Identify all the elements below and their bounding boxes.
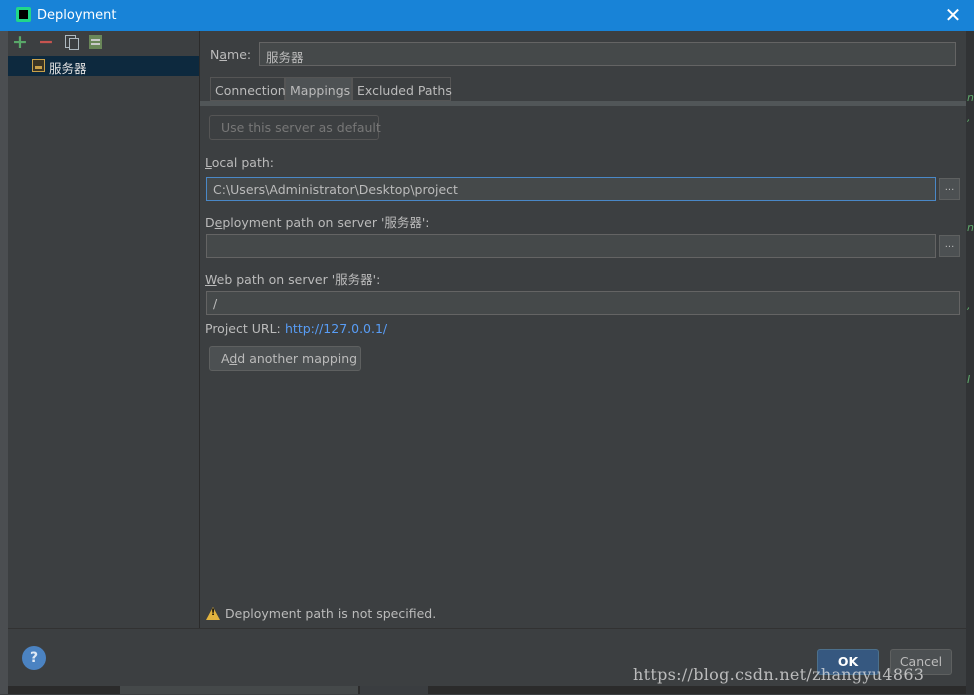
- watermark: https://blog.csdn.net/zhangyu4863: [633, 665, 925, 684]
- server-list-panel: + − 服务器: [8, 31, 200, 628]
- server-name-label: 服务器: [49, 61, 87, 76]
- background-segment: [360, 686, 428, 694]
- use-as-default-button[interactable]: Use this server as default: [209, 115, 381, 140]
- editor-glyph: I: [967, 373, 971, 386]
- tab-connection[interactable]: Connection: [210, 77, 286, 101]
- project-url-label: Project URL:: [205, 321, 281, 336]
- background-segment: [120, 686, 358, 694]
- name-input[interactable]: 服务器: [259, 42, 956, 66]
- server-list-toolbar: + −: [8, 31, 199, 55]
- editor-glyph: ,: [967, 111, 971, 124]
- web-path-label: Web path on server '服务器':: [205, 272, 381, 287]
- add-icon[interactable]: +: [11, 33, 29, 52]
- app-icon: [16, 7, 31, 22]
- dialog-footer: ? OK Cancel: [8, 628, 966, 695]
- deployment-path-browse-button[interactable]: ...: [939, 235, 960, 257]
- add-another-mapping-button[interactable]: Add another mapping: [209, 346, 361, 371]
- background-strip: [8, 686, 966, 694]
- tab-mappings[interactable]: Mappings: [285, 77, 352, 101]
- close-icon[interactable]: ✕: [940, 3, 966, 27]
- editor-glyph: ,: [967, 299, 971, 312]
- set-default-icon[interactable]: [87, 33, 105, 51]
- tab-divider: [200, 101, 966, 106]
- help-icon[interactable]: ?: [22, 646, 46, 670]
- project-url-link[interactable]: http://127.0.0.1/: [285, 321, 387, 336]
- deployment-path-input[interactable]: [206, 234, 936, 258]
- tab-excluded-paths[interactable]: Excluded Paths: [352, 77, 452, 101]
- copy-icon[interactable]: [62, 33, 80, 51]
- window-frame-right: n , n , I: [966, 31, 974, 694]
- local-path-browse-button[interactable]: ...: [939, 178, 960, 200]
- server-list-item[interactable]: 服务器: [8, 56, 199, 76]
- editor-glyph: n: [967, 91, 974, 104]
- local-path-input[interactable]: C:\Users\Administrator\Desktop\project: [206, 177, 936, 201]
- warning-icon: [206, 607, 220, 620]
- window-frame-left: [0, 31, 8, 694]
- server-config-panel: Name: 服务器 Connection Mappings Excluded P…: [200, 31, 966, 628]
- web-path-input[interactable]: /: [206, 291, 960, 315]
- warning-text: Deployment path is not specified.: [225, 606, 437, 621]
- window-title: Deployment: [37, 8, 117, 23]
- local-path-label: Local path:: [205, 155, 275, 170]
- title-bar: Deployment ✕: [0, 0, 974, 31]
- editor-glyph: n: [967, 221, 974, 234]
- deployment-path-label: Deployment path on server '服务器':: [205, 215, 430, 230]
- name-label: Name:: [210, 47, 252, 62]
- server-icon: [32, 59, 45, 72]
- remove-icon[interactable]: −: [37, 33, 55, 52]
